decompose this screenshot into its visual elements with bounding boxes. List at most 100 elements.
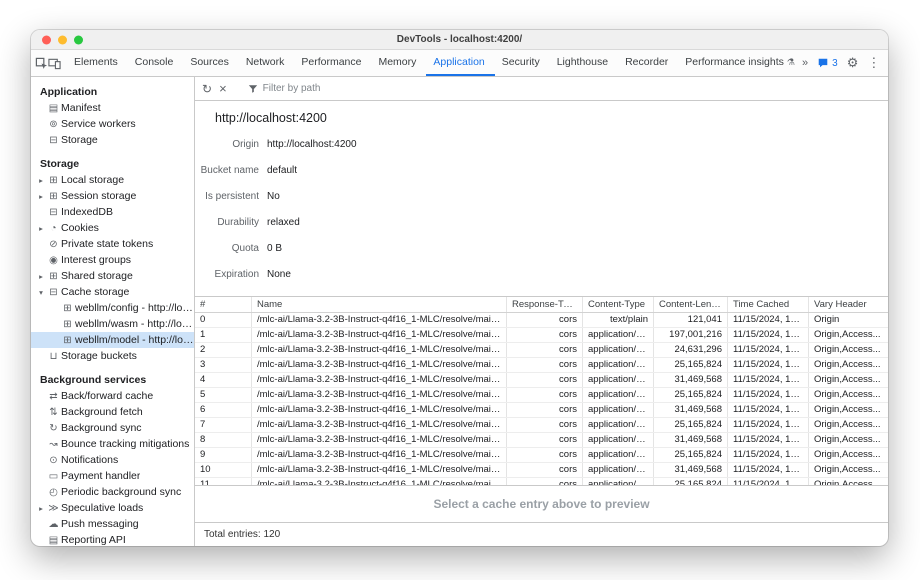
cell-response-type: cors — [507, 403, 583, 417]
close-window-button[interactable] — [42, 35, 51, 44]
sidebar-item-shared-storage[interactable]: ▸ ⊞ Shared storage — [31, 268, 194, 284]
sidebar-item-label: Push messaging — [61, 518, 139, 530]
sidebar-item-background-sync[interactable]: ↻ Background sync — [31, 420, 194, 436]
column-header[interactable]: Content-Length — [654, 297, 728, 312]
metadata-label: Quota — [195, 243, 259, 254]
tab-elements[interactable]: Elements — [67, 50, 128, 76]
sidebar-item-label: Background services — [40, 374, 146, 386]
cell-response-type: cors — [507, 433, 583, 447]
sidebar-item-periodic-background-sync[interactable]: ◴ Periodic background sync — [31, 484, 194, 500]
expand-arrow-icon: ▸ — [36, 192, 46, 201]
sidebar-item-webllm-config-cache[interactable]: ⊞ webllm/config - http://loc... — [31, 300, 194, 316]
cache-storage-panel: ↻ × Filter by path http://localhost:4200 — [195, 77, 888, 546]
cache-entry-row[interactable]: 4 /mlc-ai/Llama-3.2-3B-Instruct-q4f16_1-… — [195, 373, 888, 388]
tab-performance[interactable]: Performance — [294, 50, 371, 76]
sidebar-item-bounce-tracking-mitigations[interactable]: ↝ Bounce tracking mitigations — [31, 436, 194, 452]
cache-entry-row[interactable]: 1 /mlc-ai/Llama-3.2-3B-Instruct-q4f16_1-… — [195, 328, 888, 343]
sidebar-item-payment-handler[interactable]: ▭ Payment handler — [31, 468, 194, 484]
metadata-value: http://localhost:4200 — [267, 139, 357, 150]
metadata-value: default — [267, 165, 297, 176]
sidebar-item-webllm-wasm-cache[interactable]: ⊞ webllm/wasm - http://loca... — [31, 316, 194, 332]
cache-entry-row[interactable]: 7 /mlc-ai/Llama-3.2-3B-Instruct-q4f16_1-… — [195, 418, 888, 433]
cell-vary-header: Origin,Access... — [809, 343, 888, 357]
metadata-label: Is persistent — [195, 191, 259, 202]
tab-memory[interactable]: Memory — [371, 50, 426, 76]
minimize-window-button[interactable] — [58, 35, 67, 44]
cache-entry-row[interactable]: 5 /mlc-ai/Llama-3.2-3B-Instruct-q4f16_1-… — [195, 388, 888, 403]
cell-content-length: 197,001,216 — [654, 328, 728, 342]
sidebar-item-back-forward-cache[interactable]: ⇄ Back/forward cache — [31, 388, 194, 404]
tab-recorder[interactable]: Recorder — [618, 50, 678, 76]
sidebar-item-reporting-api[interactable]: ▤ Reporting API — [31, 532, 194, 546]
sidebar-item-label: Storage buckets — [61, 350, 137, 362]
metadata-label: Origin — [195, 139, 259, 150]
sidebar-item-icon: ⇄ — [46, 391, 61, 402]
column-header[interactable]: Content-Type — [583, 297, 654, 312]
refresh-icon[interactable]: ↻ — [202, 83, 212, 95]
tab-console[interactable]: Console — [128, 50, 184, 76]
cell-vary-header: Origin,Access... — [809, 403, 888, 417]
kebab-menu-icon[interactable]: ⋮ — [867, 55, 880, 71]
cell-response-type: cors — [507, 478, 583, 485]
sidebar-item-storage-buckets[interactable]: ⊔ Storage buckets — [31, 348, 194, 364]
sidebar-item-service-workers[interactable]: ⊚ Service workers — [31, 116, 194, 132]
sidebar-item-storage[interactable]: ⊟ Storage — [31, 132, 194, 148]
column-header[interactable]: Name — [252, 297, 507, 312]
column-header[interactable]: # — [195, 297, 252, 312]
tab-sources[interactable]: Sources — [183, 50, 239, 76]
tab-network[interactable]: Network — [239, 50, 295, 76]
cell-content-length: 25,165,824 — [654, 418, 728, 432]
cache-entry-row[interactable]: 8 /mlc-ai/Llama-3.2-3B-Instruct-q4f16_1-… — [195, 433, 888, 448]
tab-lighthouse[interactable]: Lighthouse — [550, 50, 618, 76]
filter-by-path-input[interactable]: Filter by path — [248, 83, 321, 94]
console-messages-badge[interactable]: 3 — [817, 57, 838, 69]
panel-tabs: Elements Console Sources Network — [67, 50, 802, 76]
sidebar-item-interest-groups[interactable]: ◉ Interest groups — [31, 252, 194, 268]
sidebar-item-cache-storage[interactable]: ▾ ⊟ Cache storage — [31, 284, 194, 300]
cache-entry-row[interactable]: 10 /mlc-ai/Llama-3.2-3B-Instruct-q4f16_1… — [195, 463, 888, 478]
settings-gear-icon[interactable]: ⚙ — [847, 55, 859, 71]
column-header[interactable]: Vary Header — [809, 297, 888, 312]
tab-security[interactable]: Security — [495, 50, 550, 76]
table-header-row: # Name Response-Type Content-Type Conten… — [195, 297, 888, 313]
cache-entry-row[interactable]: 9 /mlc-ai/Llama-3.2-3B-Instruct-q4f16_1-… — [195, 448, 888, 463]
inspect-element-icon[interactable] — [35, 50, 48, 76]
cell-content-type: application/oc... — [583, 418, 654, 432]
more-tabs-chevron-icon[interactable]: » — [802, 57, 808, 69]
tab-performance-insights[interactable]: Performance insights ⚗ — [678, 50, 802, 76]
sidebar-item-label: Private state tokens — [61, 238, 153, 250]
cache-entry-row[interactable]: 6 /mlc-ai/Llama-3.2-3B-Instruct-q4f16_1-… — [195, 403, 888, 418]
cell-index: 0 — [195, 313, 252, 327]
cache-entry-row[interactable]: 0 /mlc-ai/Llama-3.2-3B-Instruct-q4f16_1-… — [195, 313, 888, 328]
application-sidebar: Application ▤ Manifest ⊚ Service workers — [31, 77, 195, 546]
cache-entry-row[interactable]: 11 /mlc-ai/Llama-3.2-3B-Instruct-q4f16_1… — [195, 478, 888, 485]
sidebar-item-indexeddb[interactable]: ⊟ IndexedDB — [31, 204, 194, 220]
cache-entry-row[interactable]: 3 /mlc-ai/Llama-3.2-3B-Instruct-q4f16_1-… — [195, 358, 888, 373]
zoom-window-button[interactable] — [74, 35, 83, 44]
tab-application[interactable]: Application — [426, 50, 494, 76]
sidebar-item-icon: ▤ — [46, 103, 61, 114]
sidebar-item-webllm-model-cache[interactable]: ⊞ webllm/model - http://loc... — [31, 332, 194, 348]
sidebar-section-application: Application — [31, 83, 194, 100]
expand-arrow-icon: ▾ — [36, 288, 46, 297]
sidebar-item-private-state-tokens[interactable]: ⊘ Private state tokens — [31, 236, 194, 252]
cell-content-length: 31,469,568 — [654, 403, 728, 417]
sidebar-item-notifications[interactable]: ⊙ Notifications — [31, 452, 194, 468]
sidebar-item-background-fetch[interactable]: ⇅ Background fetch — [31, 404, 194, 420]
sidebar-item-speculative-loads[interactable]: ▸ ≫ Speculative loads — [31, 500, 194, 516]
column-header[interactable]: Time Cached — [728, 297, 809, 312]
sidebar-item-session-storage[interactable]: ▸ ⊞ Session storage — [31, 188, 194, 204]
sidebar-item-local-storage[interactable]: ▸ ⊞ Local storage — [31, 172, 194, 188]
cell-time-cached: 11/15/2024, 10... — [728, 418, 809, 432]
column-header[interactable]: Response-Type — [507, 297, 583, 312]
cache-entry-row[interactable]: 2 /mlc-ai/Llama-3.2-3B-Instruct-q4f16_1-… — [195, 343, 888, 358]
sidebar-item-push-messaging[interactable]: ☁ Push messaging — [31, 516, 194, 532]
cell-name: /mlc-ai/Llama-3.2-3B-Instruct-q4f16_1-ML… — [252, 358, 507, 372]
sidebar-item-manifest[interactable]: ▤ Manifest — [31, 100, 194, 116]
metadata-label: Expiration — [195, 269, 259, 280]
sidebar-item-icon: ◴ — [46, 487, 61, 498]
delete-selected-icon[interactable]: × — [219, 82, 227, 95]
device-toolbar-icon[interactable] — [48, 50, 61, 76]
sidebar-item-cookies[interactable]: ▸ ◔ Cookies — [31, 220, 194, 236]
sidebar-item-icon: ≫ — [46, 503, 61, 514]
